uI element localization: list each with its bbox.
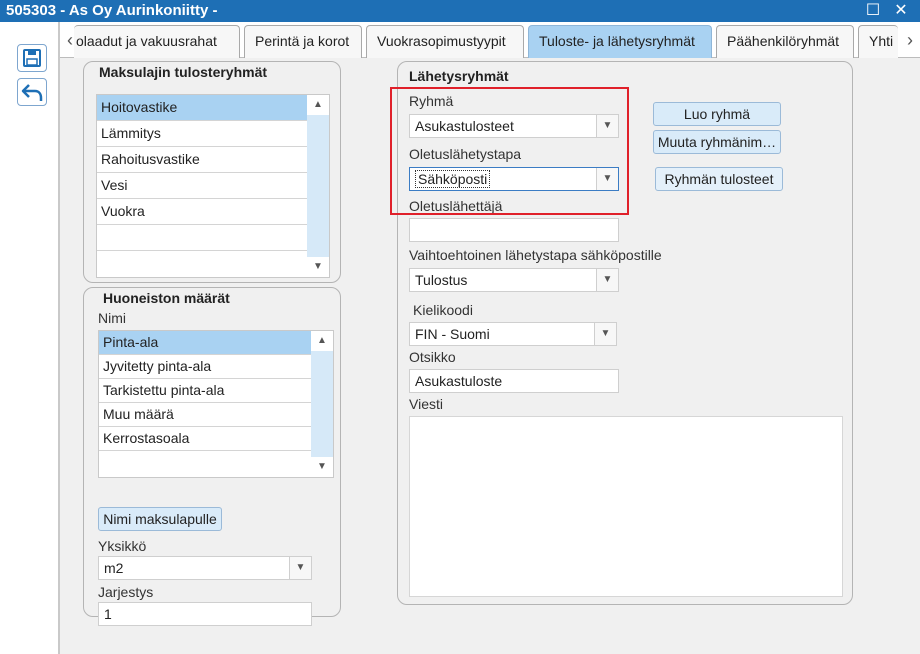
left-toolbar xyxy=(0,22,60,654)
scroll-up-icon[interactable]: ▲ xyxy=(311,331,333,351)
viesti-textarea[interactable] xyxy=(409,416,843,597)
window-title: 505303 - As Oy Aurinkoniitty - xyxy=(6,2,218,19)
scroll-down-icon[interactable]: ▼ xyxy=(307,257,329,277)
tab-paahenkiloryhmat[interactable]: Päähenkilöryhmät xyxy=(716,25,854,58)
save-icon xyxy=(23,49,41,67)
vaihtoehtoinen-value: Tulostus xyxy=(415,272,468,288)
tab-strip: ‹ olaadut ja vakuusrahat Perintä ja koro… xyxy=(60,22,920,58)
annotation-highlight-box xyxy=(390,87,629,215)
huoneisto-list[interactable]: Pinta-ala Jyvitetty pinta-ala Tarkistett… xyxy=(98,330,334,478)
chevron-down-icon[interactable]: ▼ xyxy=(289,557,311,579)
otsikko-input[interactable]: Asukastuloste xyxy=(409,369,619,393)
yksikko-select[interactable]: m2 ▼ xyxy=(98,556,312,580)
undo-button[interactable] xyxy=(17,78,47,106)
huoneisto-group: Huoneiston määrät Nimi Pinta-ala Jyvitet… xyxy=(83,287,341,626)
oletuslahettaja-input[interactable] xyxy=(409,218,619,242)
list-item[interactable]: Jyvitetty pinta-ala xyxy=(99,355,311,379)
maksulajit-list[interactable]: Hoitovastike Lämmitys Rahoitusvastike Ve… xyxy=(96,94,330,278)
maksulajit-title: Maksulajin tulosteryhmät xyxy=(96,64,271,80)
maksulajit-scrollbar[interactable]: ▲ ▼ xyxy=(307,95,329,277)
otsikko-label: Otsikko xyxy=(409,349,456,365)
tab-yhti[interactable]: Yhti xyxy=(858,25,898,58)
list-item[interactable]: Lämmitys xyxy=(97,121,307,147)
scroll-up-icon[interactable]: ▲ xyxy=(307,95,329,115)
nimi-label: Nimi xyxy=(98,310,126,326)
muuta-ryhmanimea-button[interactable]: Muuta ryhmänim… xyxy=(653,130,781,154)
kielikoodi-select[interactable]: FIN - Suomi ▼ xyxy=(409,322,617,346)
luo-ryhma-button[interactable]: Luo ryhmä xyxy=(653,102,781,126)
huoneisto-title: Huoneiston määrät xyxy=(100,290,233,306)
close-icon[interactable]: ✕ xyxy=(890,0,912,22)
vaihtoehtoinen-label: Vaihtoehtoinen lähetystapa sähköpostille xyxy=(409,247,662,263)
chevron-down-icon[interactable]: ▼ xyxy=(594,323,616,345)
list-item[interactable] xyxy=(99,451,311,475)
vaihtoehtoinen-select[interactable]: Tulostus ▼ xyxy=(409,268,619,292)
list-item[interactable]: Vesi xyxy=(97,173,307,199)
tab-vakuusrahat[interactable]: olaadut ja vakuusrahat xyxy=(74,25,240,58)
list-item[interactable]: Pinta-ala xyxy=(99,331,311,355)
undo-icon xyxy=(21,84,43,101)
lahetys-title: Lähetysryhmät xyxy=(406,68,512,84)
list-item[interactable]: Muu määrä xyxy=(99,403,311,427)
window-titlebar: 505303 - As Oy Aurinkoniitty - ☐ ✕ xyxy=(0,0,920,22)
nimi-maksulapulle-button[interactable]: Nimi maksulapulle xyxy=(98,507,222,531)
list-item[interactable] xyxy=(97,251,307,277)
yksikko-value: m2 xyxy=(104,560,124,576)
viesti-label: Viesti xyxy=(409,396,443,412)
list-item[interactable]: Rahoitusvastike xyxy=(97,147,307,173)
kielikoodi-value: FIN - Suomi xyxy=(415,326,490,342)
maksulajit-group: Maksulajin tulosteryhmät Hoitovastike Lä… xyxy=(83,61,341,283)
list-item[interactable] xyxy=(97,225,307,251)
tab-vuokrasopimustyypit[interactable]: Vuokrasopimustyypit xyxy=(366,25,524,58)
scroll-down-icon[interactable]: ▼ xyxy=(311,457,333,477)
ryhman-tulosteet-button[interactable]: Ryhmän tulosteet xyxy=(655,167,783,191)
chevron-down-icon[interactable]: ▼ xyxy=(596,269,618,291)
save-button[interactable] xyxy=(17,44,47,72)
kielikoodi-label: Kielikoodi xyxy=(413,302,473,318)
huoneisto-scrollbar[interactable]: ▲ ▼ xyxy=(311,331,333,477)
tab-scroll-right-icon[interactable]: › xyxy=(902,28,918,52)
yksikko-label: Yksikkö xyxy=(98,538,147,554)
list-item[interactable]: Kerrostasoala xyxy=(99,427,311,451)
tab-tuloste-ja-lahetysryhmat[interactable]: Tuloste- ja lähetysryhmät xyxy=(528,25,712,58)
tab-perinta-ja-korot[interactable]: Perintä ja korot xyxy=(244,25,362,58)
list-item[interactable]: Tarkistettu pinta-ala xyxy=(99,379,311,403)
maximize-icon[interactable]: ☐ xyxy=(862,0,884,22)
list-item[interactable]: Vuokra xyxy=(97,199,307,225)
jarjestys-label: Jarjestys xyxy=(98,584,154,600)
jarjestys-input[interactable]: 1 xyxy=(98,602,312,626)
list-item[interactable]: Hoitovastike xyxy=(97,95,307,121)
main-area: ‹ olaadut ja vakuusrahat Perintä ja koro… xyxy=(60,22,920,654)
